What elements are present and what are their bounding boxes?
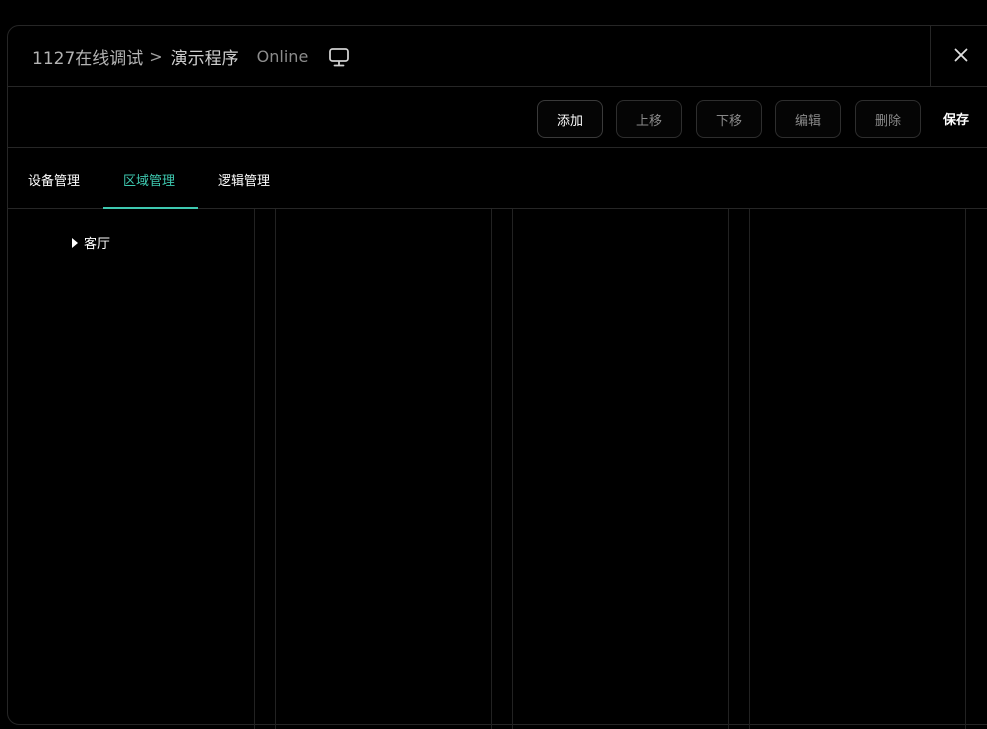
tab-device-management[interactable]: 设备管理	[28, 170, 80, 189]
column-divider	[512, 209, 513, 729]
tab-logic-management[interactable]: 逻辑管理	[218, 170, 270, 189]
column-divider	[491, 209, 492, 729]
column-divider	[749, 209, 750, 729]
column-divider	[965, 209, 966, 729]
column-divider	[728, 209, 729, 729]
caret-right-icon[interactable]	[72, 237, 78, 248]
move-up-button[interactable]: 上移	[616, 100, 682, 138]
save-button[interactable]: 保存	[943, 109, 969, 128]
dialog-header: 1127在线调试 > 演示程序 Online	[8, 26, 987, 87]
breadcrumb: 1127在线调试 > 演示程序 Online	[32, 44, 350, 69]
edit-button[interactable]: 编辑	[775, 100, 841, 138]
breadcrumb-project[interactable]: 1127在线调试	[32, 44, 143, 69]
close-icon	[954, 47, 968, 66]
column-divider	[275, 209, 276, 729]
tab-bar: 设备管理 区域管理 逻辑管理	[8, 148, 987, 209]
close-button[interactable]	[930, 26, 987, 86]
tree-item-living-room[interactable]: 客厅	[72, 233, 110, 252]
toolbar: 添加 上移 下移 编辑 删除 保存	[8, 87, 987, 148]
breadcrumb-program: 演示程序	[170, 49, 239, 69]
move-down-button[interactable]: 下移	[696, 100, 762, 138]
column-divider	[254, 209, 255, 729]
dialog-panel: 1127在线调试 > 演示程序 Online 添加 上移 下移 编辑 删除 保存…	[7, 25, 987, 729]
tab-area-management[interactable]: 区域管理	[123, 170, 175, 189]
tree-item-label: 客厅	[84, 237, 111, 252]
online-status: Online	[256, 47, 309, 66]
breadcrumb-separator: >	[149, 47, 163, 66]
monitor-icon[interactable]	[328, 46, 350, 68]
area-content: 客厅	[8, 209, 987, 729]
delete-button[interactable]: 删除	[855, 100, 921, 138]
add-button[interactable]: 添加	[537, 100, 603, 138]
